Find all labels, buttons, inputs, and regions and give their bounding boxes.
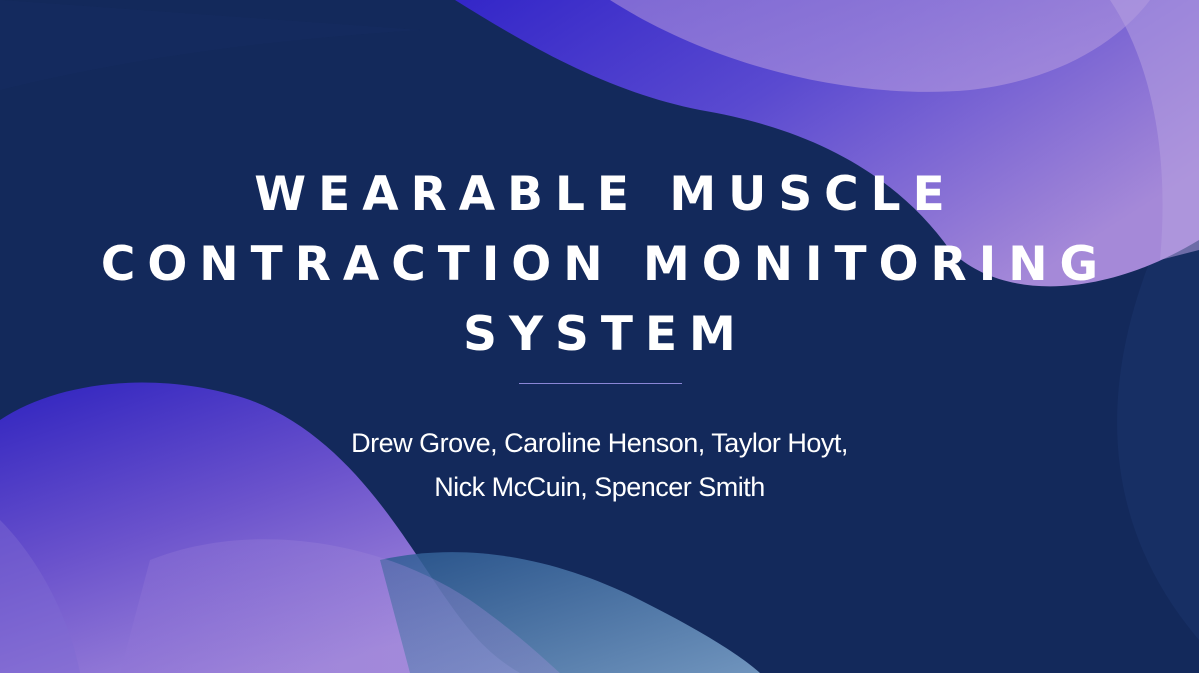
authors-line-2: Nick McCuin, Spencer Smith: [434, 472, 765, 502]
authors-line-1: Drew Grove, Caroline Henson, Taylor Hoyt…: [351, 428, 848, 458]
slide-title: Wearable Muscle Contraction Monitoring S…: [0, 160, 1199, 370]
slide-subtitle: Drew Grove, Caroline Henson, Taylor Hoyt…: [0, 421, 1199, 509]
title-line-3: System: [463, 307, 748, 362]
title-line-2: Contraction Monitoring: [100, 237, 1111, 292]
title-slide: Wearable Muscle Contraction Monitoring S…: [0, 0, 1199, 673]
title-line-1: Wearable Muscle: [254, 167, 957, 222]
title-divider: [519, 383, 682, 384]
